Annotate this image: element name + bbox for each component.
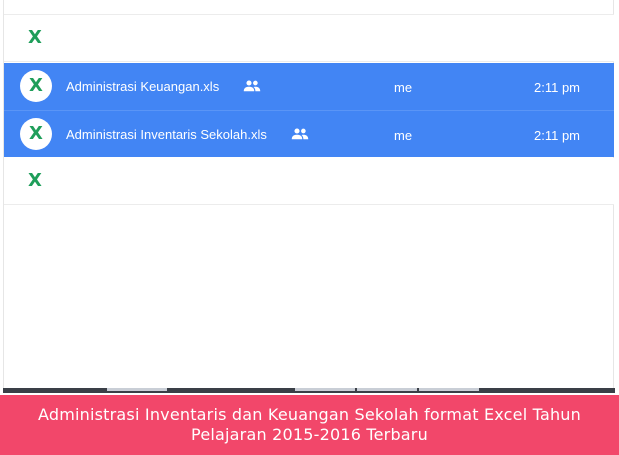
file-row-selected[interactable]: X Administrasi Inventaris Sekolah.xls me…: [4, 110, 614, 157]
file-modified-time: 2:11 pm: [534, 128, 581, 143]
excel-icon: X: [20, 118, 52, 150]
file-list-window: X X Administrasi Keuangan.xls me 2:11 pm…: [0, 0, 619, 393]
caption-banner: Administrasi Inventaris dan Keuangan Sek…: [0, 395, 619, 455]
excel-icon: X: [28, 27, 42, 48]
caption-text: Administrasi Inventaris dan Keuangan Sek…: [38, 405, 581, 444]
file-owner: me: [394, 80, 413, 95]
file-modified-time: 2:11 pm: [534, 80, 581, 95]
file-name[interactable]: Administrasi Inventaris Sekolah.xls: [66, 127, 267, 142]
people-icon: [243, 80, 261, 92]
file-row[interactable]: X: [4, 15, 614, 62]
people-icon: [291, 128, 309, 140]
bottom-bar: [3, 388, 615, 393]
excel-icon: X: [20, 70, 52, 102]
file-name[interactable]: Administrasi Keuangan.xls: [66, 79, 219, 94]
file-owner: me: [394, 128, 413, 143]
file-row-selected[interactable]: X Administrasi Keuangan.xls me 2:11 pm: [4, 63, 614, 110]
file-row[interactable]: X: [4, 158, 614, 205]
excel-icon: X: [28, 170, 42, 191]
